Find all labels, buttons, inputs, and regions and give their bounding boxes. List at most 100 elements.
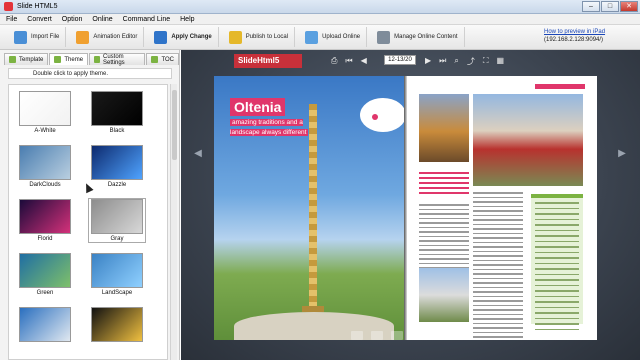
theme-label: A-White (34, 128, 56, 134)
theme-item-landscape[interactable]: LandScape (89, 253, 145, 296)
last-page-icon[interactable]: ⏭ (439, 56, 446, 67)
map-marker (372, 114, 378, 120)
menu-file[interactable]: File (6, 16, 17, 23)
menu-online[interactable]: Online (92, 16, 112, 23)
tab-template[interactable]: Template (4, 53, 49, 65)
share-icon[interactable]: ⤴ (467, 56, 475, 67)
theme-grid: A-White Black DarkClouds Dazzle Florid G… (8, 84, 168, 360)
upload-icon (305, 30, 319, 44)
publish-to-local-button[interactable]: Publish to Local (223, 27, 296, 47)
autumn-photo (419, 94, 469, 162)
folk-dancers-photo (473, 94, 583, 186)
close-button[interactable]: ✕ (620, 1, 638, 12)
book-next-arrow-icon[interactable]: ▶ (615, 147, 629, 161)
menu-convert[interactable]: Convert (27, 16, 52, 23)
theme-item-green[interactable]: Green (17, 253, 73, 296)
page-thumbnails-bar (351, 328, 491, 342)
text-column (473, 192, 523, 340)
print-icon[interactable]: ⎙ (331, 56, 337, 66)
theme-thumbnail (91, 91, 143, 126)
book-prev-arrow-icon[interactable]: ◀ (191, 147, 205, 161)
maximize-button[interactable]: □ (601, 1, 619, 12)
import-file-label: Import File (31, 34, 60, 40)
page-subtitle-text: amazing traditions and a landscape alway… (230, 119, 309, 136)
prev-page-icon[interactable]: ◀ (361, 56, 367, 66)
theme-scrollbar[interactable] (170, 84, 177, 360)
fullscreen-icon[interactable]: ⛶ (483, 56, 489, 67)
thumb-button[interactable] (391, 330, 403, 340)
menu-option[interactable]: Option (62, 16, 83, 23)
import-file-button[interactable]: Import File (8, 27, 67, 47)
theme-thumbnail (91, 199, 143, 234)
theme-label: Dazzle (107, 182, 127, 188)
tab-template-label: Template (19, 56, 44, 63)
menu-command-line[interactable]: Command Line (123, 16, 170, 23)
upload-online-button[interactable]: Upload Online (299, 27, 368, 47)
minimize-button[interactable]: – (582, 1, 600, 12)
theme-item-black[interactable]: Black (89, 91, 145, 134)
preview-info: How to preview in iPad (192.168.2.128:90… (544, 28, 605, 44)
animation-editor-button[interactable]: Animation Editor (70, 27, 145, 47)
menu-help[interactable]: Help (180, 16, 194, 23)
intro-paragraph (419, 172, 469, 200)
book-preview: SlideHtml5 ⎙ ⏮ ◀ 12-13/20 ▶ ⏭ ⌕ ⤴ ⛶ ▦ ◀ … (181, 50, 640, 360)
theme-item-darkclouds[interactable]: DarkClouds (17, 145, 73, 188)
theme-thumbnail (91, 253, 143, 288)
thumb-button[interactable] (411, 330, 423, 340)
window-controls: – □ ✕ (582, 1, 638, 12)
sidebar-box (531, 194, 583, 330)
tab-theme[interactable]: Theme (49, 53, 89, 65)
tab-toc[interactable]: TOC (146, 53, 179, 65)
tab-custom-settings[interactable]: Custom Settings (89, 53, 146, 66)
tab-toc-label: TOC (161, 56, 174, 63)
apply-change-button[interactable]: Apply Change (148, 27, 219, 47)
brand-logo: SlideHtml5 (234, 54, 302, 68)
theme-thumbnail (19, 91, 71, 126)
thumb-button[interactable] (351, 330, 363, 340)
section-tag (535, 84, 585, 89)
manage-online-content-button[interactable]: Manage Online Content (371, 27, 465, 47)
apply-icon (154, 30, 168, 44)
viewer-controls-right: ▶ ⏭ ⌕ ⤴ ⛶ ▦ (425, 56, 504, 67)
settings-icon (94, 56, 100, 63)
window-title: Slide HTML5 (17, 3, 58, 10)
toc-icon (151, 56, 159, 63)
publish-icon (228, 30, 242, 44)
theme-hint: Double click to apply theme. (8, 68, 172, 79)
theme-thumbnail (91, 307, 143, 342)
scrollbar-thumb[interactable] (172, 90, 177, 160)
book-page-right (407, 76, 597, 340)
book-page-left: Oltenia amazing traditions and a landsca… (214, 76, 406, 340)
theme-label: Black (109, 128, 125, 134)
next-page-icon[interactable]: ▶ (425, 56, 431, 67)
theme-item[interactable] (89, 307, 145, 342)
thumb-button[interactable] (371, 330, 383, 340)
theme-item-gray[interactable]: Gray (88, 198, 146, 243)
page-number-field[interactable]: 12-13/20 (384, 55, 416, 65)
thumb-button[interactable] (431, 330, 443, 340)
theme-item-dazzle[interactable]: Dazzle (89, 145, 145, 188)
monastery-photo (419, 268, 469, 322)
zoom-icon[interactable]: ⌕ (454, 56, 458, 67)
tab-theme-label: Theme (64, 56, 84, 63)
theme-item-a-white[interactable]: A-White (17, 91, 73, 134)
thumbnails-icon[interactable]: ▦ (496, 56, 504, 67)
upload-online-label: Upload Online (322, 34, 361, 40)
page-title: Oltenia (230, 98, 286, 116)
toolbar: Import File Animation Editor Apply Chang… (0, 25, 640, 50)
animation-editor-label: Animation Editor (93, 34, 138, 40)
publish-to-local-label: Publish to Local (245, 34, 289, 40)
theme-label: Green (36, 290, 54, 296)
manage-icon (377, 30, 391, 44)
theme-item-florid[interactable]: Florid (17, 199, 73, 242)
first-page-icon[interactable]: ⏮ (345, 56, 352, 66)
manage-online-content-label: Manage Online Content (394, 34, 458, 40)
theme-item[interactable] (17, 307, 73, 342)
template-icon (9, 56, 16, 63)
theme-label: Florid (37, 236, 53, 242)
ipad-preview-link[interactable]: How to preview in iPad (544, 28, 605, 36)
animation-icon (76, 30, 90, 44)
left-panel: Template Theme Custom Settings TOC Doubl… (0, 50, 180, 360)
page-subtitle: amazing traditions and a landscape alway… (230, 118, 316, 138)
import-icon (14, 30, 27, 44)
